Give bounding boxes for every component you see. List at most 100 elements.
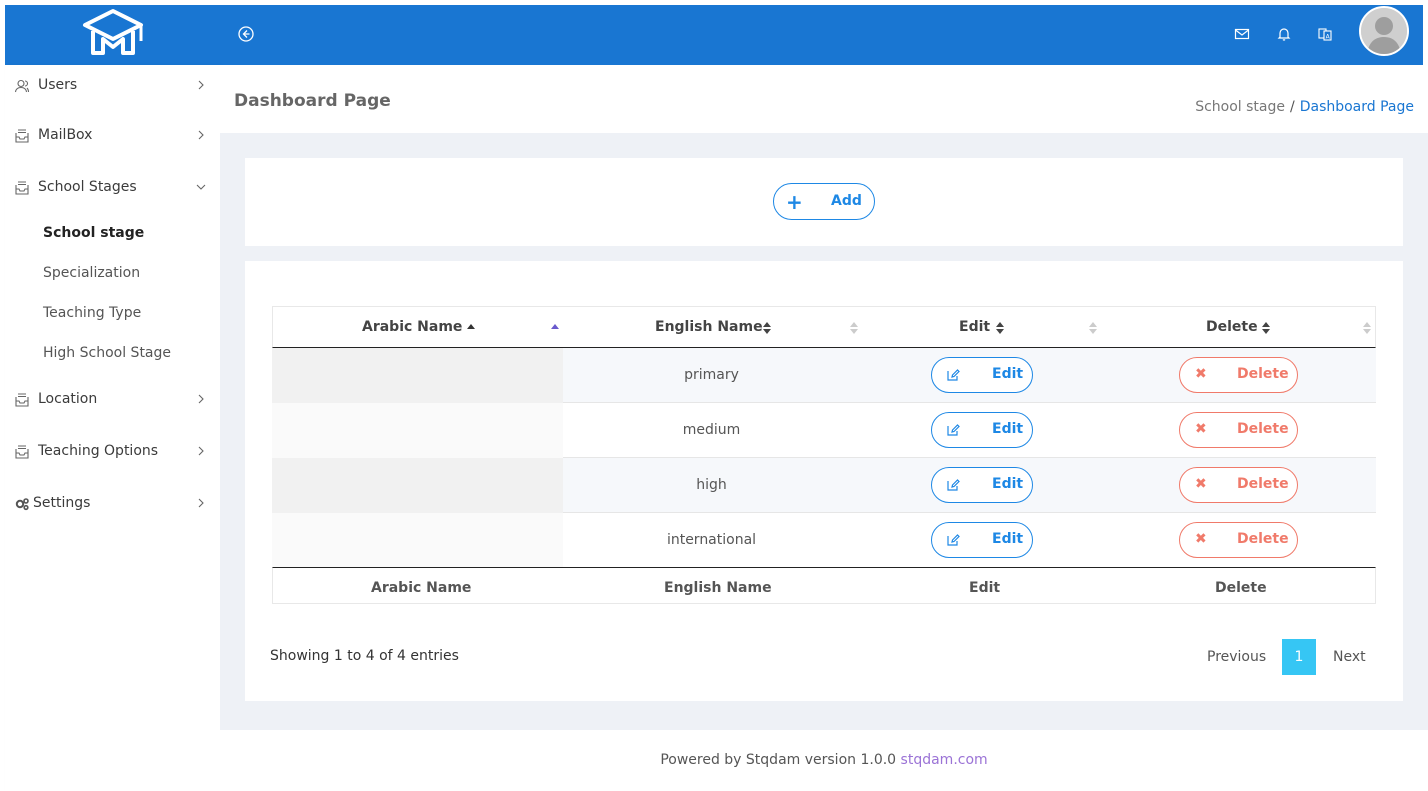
footer-column-english-name: English Name <box>664 580 772 596</box>
edit-button[interactable]: Edit <box>931 467 1033 503</box>
table-row: medium Edit ✖ Delete <box>272 403 1376 458</box>
footer-text: Powered by Stqdam version 1.0.0 <box>660 752 897 768</box>
column-header-arabic-name[interactable]: Arabic Name <box>362 319 462 335</box>
close-icon: ✖ <box>1195 366 1207 382</box>
breadcrumb-parent[interactable]: School stage <box>1195 99 1285 115</box>
sidebar-collapse-button[interactable] <box>237 25 255 43</box>
edit-button-label: Edit <box>992 366 1024 382</box>
edit-icon <box>947 534 960 546</box>
page-title: Dashboard Page <box>234 91 391 111</box>
sidebar-item-school-stages[interactable]: School Stages <box>5 173 220 203</box>
delete-button-label: Delete <box>1237 476 1289 492</box>
add-card: + Add <box>245 158 1403 246</box>
cell-english-name: primary <box>684 367 739 383</box>
sidebar-subitem-specialization[interactable]: Specialization <box>43 265 140 281</box>
breadcrumb-separator: / <box>1289 99 1295 115</box>
top-navbar: A <box>5 5 1423 65</box>
user-silhouette-icon <box>1361 8 1407 54</box>
table-row: high Edit ✖ Delete <box>272 458 1376 513</box>
sidebar-item-settings[interactable]: Settings <box>5 489 220 519</box>
edit-button[interactable]: Edit <box>931 357 1033 393</box>
chevron-right-icon <box>198 446 204 456</box>
footer-column-arabic-name: Arabic Name <box>371 580 472 596</box>
column-header-english-name[interactable]: English Name <box>655 319 763 335</box>
sidebar-item-label: Users <box>38 77 78 93</box>
sidebar-subitem-high-school-stage[interactable]: High School Stage <box>43 345 171 361</box>
sort-icon[interactable] <box>1261 321 1271 335</box>
page-footer: Powered by Stqdam version 1.0.0 stqdam.c… <box>220 730 1428 791</box>
table-header: Arabic Name English Name Edit Delete <box>272 306 1376 348</box>
edit-icon <box>947 369 960 381</box>
delete-button-label: Delete <box>1237 531 1289 547</box>
column-header-edit[interactable]: Edit <box>959 319 990 335</box>
add-button[interactable]: + Add <box>773 183 875 220</box>
footer-column-edit: Edit <box>969 580 1001 596</box>
delete-button[interactable]: ✖ Delete <box>1179 357 1298 393</box>
sidebar-item-teaching-options[interactable]: Teaching Options <box>5 437 220 467</box>
sort-icon[interactable] <box>995 321 1005 335</box>
footer-column-delete: Delete <box>1215 580 1267 596</box>
sidebar-item-label: Settings <box>33 495 91 511</box>
cell-arabic-name <box>272 348 563 403</box>
edit-button[interactable]: Edit <box>931 522 1033 558</box>
language-button[interactable]: A <box>1317 26 1333 42</box>
sort-indicator-icon <box>1363 322 1371 334</box>
pagination-previous[interactable]: Previous <box>1207 649 1266 665</box>
language-icon: A <box>1318 28 1332 41</box>
table-row: primary Edit ✖ Delete <box>272 348 1376 403</box>
sidebar-item-users[interactable]: Users <box>5 71 220 101</box>
table-footer: Arabic Name English Name Edit Delete <box>272 567 1376 604</box>
delete-button[interactable]: ✖ Delete <box>1179 412 1298 448</box>
column-header-delete[interactable]: Delete <box>1206 319 1258 335</box>
bell-icon <box>1277 28 1291 41</box>
arrow-left-circle-icon <box>238 26 254 42</box>
sidebar-subitem-teaching-type[interactable]: Teaching Type <box>43 305 141 321</box>
edit-button[interactable]: Edit <box>931 412 1033 448</box>
sidebar-item-location[interactable]: Location <box>5 385 220 415</box>
sort-asc-icon[interactable] <box>466 321 476 335</box>
notifications-button[interactable] <box>1276 26 1292 42</box>
delete-button-label: Delete <box>1237 366 1289 382</box>
users-icon <box>14 79 30 93</box>
mailbox-icon <box>15 181 29 195</box>
cell-arabic-name <box>272 403 563 458</box>
sidebar-item-label: Teaching Options <box>38 443 159 459</box>
edit-button-label: Edit <box>992 531 1024 547</box>
sort-indicator-icon <box>1089 322 1097 334</box>
sort-asc-indicator-icon <box>551 324 559 329</box>
chevron-right-icon <box>198 498 204 508</box>
content-header: Dashboard Page School stage / Dashboard Pa… <box>220 65 1428 133</box>
table-info: Showing 1 to 4 of 4 entries <box>270 648 459 664</box>
sidebar-item-mailbox[interactable]: MailBox <box>5 121 220 151</box>
cell-english-name: high <box>696 477 727 493</box>
cell-english-name: medium <box>682 422 741 438</box>
mail-button[interactable] <box>1234 26 1250 42</box>
sidebar-item-label: MailBox <box>38 127 93 143</box>
pagination-page-1[interactable]: 1 <box>1282 639 1316 675</box>
sort-icon[interactable] <box>762 321 772 335</box>
sidebar-subitem-school-stage[interactable]: School stage <box>43 225 144 241</box>
sidebar: Users MailBox School Stages School stage… <box>5 65 220 791</box>
mail-icon <box>1234 28 1250 40</box>
user-avatar[interactable] <box>1359 6 1409 56</box>
delete-button[interactable]: ✖ Delete <box>1179 467 1298 503</box>
table-card: Arabic Name English Name Edit Delete pri… <box>245 261 1403 701</box>
cell-arabic-name <box>272 513 563 568</box>
plus-icon: + <box>786 190 803 214</box>
close-icon: ✖ <box>1195 531 1207 547</box>
pagination-next[interactable]: Next <box>1333 649 1366 665</box>
add-button-label: Add <box>831 193 862 209</box>
footer-link[interactable]: stqdam.com <box>901 752 988 768</box>
chevron-down-icon <box>196 184 206 190</box>
delete-button[interactable]: ✖ Delete <box>1179 522 1298 558</box>
close-icon: ✖ <box>1195 476 1207 492</box>
breadcrumb: School stage / Dashboard Page <box>1195 99 1414 115</box>
edit-icon <box>947 479 960 491</box>
app-logo[interactable] <box>5 5 220 65</box>
mailbox-icon <box>15 445 29 459</box>
gears-icon <box>15 498 29 511</box>
breadcrumb-current[interactable]: Dashboard Page <box>1300 99 1414 115</box>
sidebar-item-label: School Stages <box>38 179 137 195</box>
close-icon: ✖ <box>1195 421 1207 437</box>
chevron-right-icon <box>198 80 204 90</box>
